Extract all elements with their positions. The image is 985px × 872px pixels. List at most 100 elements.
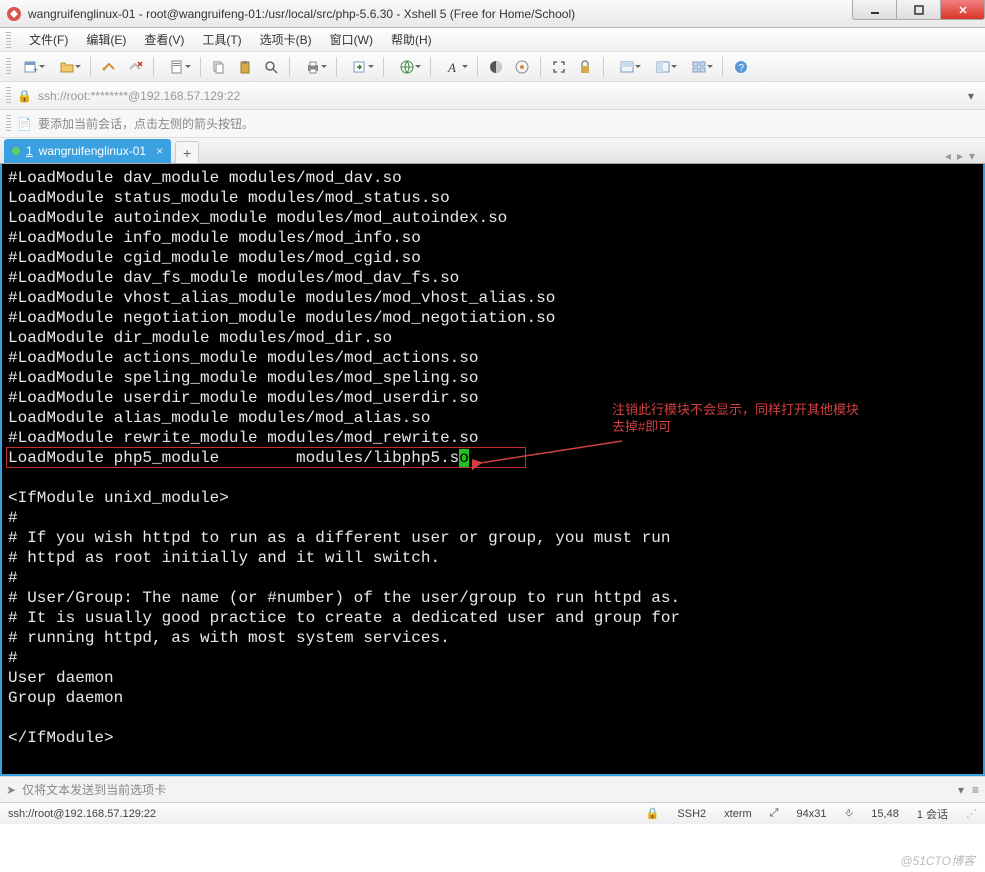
annotation-text: 注销此行模块不会显示，同样打开其他模块 去掉#即可 [612, 401, 859, 435]
menubar: 文件(F) 编辑(E) 查看(V) 工具(T) 选项卡(B) 窗口(W) 帮助(… [0, 28, 985, 52]
address-dropdown[interactable]: ▾ [963, 89, 979, 103]
terminal-line: LoadModule php5_module modules/libphp5.s… [8, 448, 977, 468]
transfer-button[interactable] [344, 56, 376, 78]
fullscreen-button[interactable] [548, 56, 570, 78]
separator [540, 57, 541, 77]
separator [153, 57, 154, 77]
menu-tools[interactable]: 工具(T) [198, 29, 245, 50]
status-ssh: SSH2 [677, 808, 706, 820]
compose-menu-icon[interactable]: ≡ [972, 783, 979, 797]
layout-grid-button[interactable] [683, 56, 715, 78]
terminal-line: #LoadModule actions_module modules/mod_a… [8, 348, 977, 368]
terminal-line [8, 708, 977, 728]
menu-edit[interactable]: 编辑(E) [82, 29, 130, 50]
tab-close-icon[interactable]: × [156, 144, 163, 158]
encoding-button[interactable] [391, 56, 423, 78]
help-button[interactable]: ? [730, 56, 752, 78]
find-button[interactable] [260, 56, 282, 78]
terminal-line [8, 468, 977, 488]
separator [430, 57, 431, 77]
terminal-line: User daemon [8, 668, 977, 688]
separator [603, 57, 604, 77]
open-button[interactable] [51, 56, 83, 78]
terminal-line: # It is usually good practice to create … [8, 608, 977, 628]
svg-text:+: + [33, 65, 38, 75]
send-icon[interactable]: ➤ [6, 783, 16, 797]
annotation-line1: 注销此行模块不会显示，同样打开其他模块 [612, 401, 859, 418]
window-titlebar: wangruifenglinux-01 - root@wangruifeng-0… [0, 0, 985, 28]
lock-icon: 🔒 [17, 89, 32, 103]
toolbar: + A ? [0, 52, 985, 82]
address-bar: 🔒 ssh://root:********@192.168.57.129:22 … [0, 82, 985, 110]
tab-list-icon[interactable]: ▾ [969, 149, 975, 163]
add-tab-button[interactable]: + [175, 141, 199, 163]
separator [336, 57, 337, 77]
add-session-icon[interactable]: 📄 [17, 117, 32, 131]
grip-icon [6, 58, 11, 76]
properties-button[interactable] [161, 56, 193, 78]
svg-text:A: A [447, 60, 456, 75]
terminal-line: # [8, 568, 977, 588]
menu-tab[interactable]: 选项卡(B) [256, 29, 316, 50]
reconnect-button[interactable] [98, 56, 120, 78]
annotation-line2: 去掉#即可 [612, 418, 859, 435]
terminal-line: #LoadModule vhost_alias_module modules/m… [8, 288, 977, 308]
status-size: 94x31 [796, 808, 826, 820]
separator [477, 57, 478, 77]
compose-placeholder[interactable]: 仅将文本发送到当前选项卡 [22, 781, 952, 798]
paste-button[interactable] [234, 56, 256, 78]
font-button[interactable]: A [438, 56, 470, 78]
grip-corner-icon: ⋰ [966, 807, 977, 820]
highlight-button[interactable] [511, 56, 533, 78]
close-button[interactable] [940, 0, 985, 20]
status-sessions: 1 会话 [917, 806, 948, 822]
terminal-line: # User/Group: The name (or #number) of t… [8, 588, 977, 608]
grip-icon [6, 32, 11, 48]
session-tab[interactable]: 1 wangruifenglinux-01 × [4, 139, 171, 163]
window-title: wangruifenglinux-01 - root@wangruifeng-0… [28, 7, 853, 21]
terminal-line: # [8, 648, 977, 668]
lock-icon: 🔒 [646, 807, 660, 820]
separator [200, 57, 201, 77]
terminal-line: #LoadModule dav_module modules/mod_dav.s… [8, 168, 977, 188]
terminal-line: #LoadModule cgid_module modules/mod_cgid… [8, 248, 977, 268]
new-session-button[interactable]: + [15, 56, 47, 78]
tab-next-icon[interactable]: ▸ [957, 149, 963, 163]
terminal-line: # running httpd, as with most system ser… [8, 628, 977, 648]
terminal-line: #LoadModule speling_module modules/mod_s… [8, 368, 977, 388]
tab-nav: ◂ ▸ ▾ [945, 149, 981, 163]
terminal-line: # If you wish httpd to run as a differen… [8, 528, 977, 548]
watermark: @51CTO博客 [900, 852, 975, 869]
grip-icon [6, 87, 11, 105]
menu-view[interactable]: 查看(V) [140, 29, 188, 50]
separator [722, 57, 723, 77]
terminal-line: LoadModule dir_module modules/mod_dir.so [8, 328, 977, 348]
compose-dropdown-icon[interactable]: ▾ [958, 783, 964, 797]
color-scheme-button[interactable] [485, 56, 507, 78]
minimize-button[interactable] [852, 0, 897, 20]
compose-bar: ➤ 仅将文本发送到当前选项卡 ▾ ≡ [0, 776, 985, 802]
status-bar: ssh://root@192.168.57.129:22 🔒 SSH2 xter… [0, 802, 985, 824]
terminal[interactable]: #LoadModule dav_module modules/mod_dav.s… [0, 164, 985, 776]
terminal-line: # [8, 508, 977, 528]
menu-help[interactable]: 帮助(H) [387, 29, 436, 50]
tab-bar: 1 wangruifenglinux-01 × + ◂ ▸ ▾ [0, 138, 985, 164]
separator [90, 57, 91, 77]
lock-button[interactable] [574, 56, 596, 78]
terminal-line: Group daemon [8, 688, 977, 708]
copy-button[interactable] [208, 56, 230, 78]
menu-file[interactable]: 文件(F) [25, 29, 72, 50]
layout-horizontal-button[interactable] [611, 56, 643, 78]
address-text[interactable]: ssh://root:********@192.168.57.129:22 [38, 89, 957, 103]
maximize-button[interactable] [896, 0, 941, 20]
hint-text: 要添加当前会话，点击左侧的箭头按钮。 [38, 115, 254, 132]
menu-window[interactable]: 窗口(W) [326, 29, 377, 50]
terminal-line: #LoadModule dav_fs_module modules/mod_da… [8, 268, 977, 288]
print-button[interactable] [297, 56, 329, 78]
separator [383, 57, 384, 77]
terminal-line: <IfModule unixd_module> [8, 488, 977, 508]
app-icon [6, 6, 22, 22]
disconnect-button[interactable] [124, 56, 146, 78]
layout-vertical-button[interactable] [647, 56, 679, 78]
tab-prev-icon[interactable]: ◂ [945, 149, 951, 163]
